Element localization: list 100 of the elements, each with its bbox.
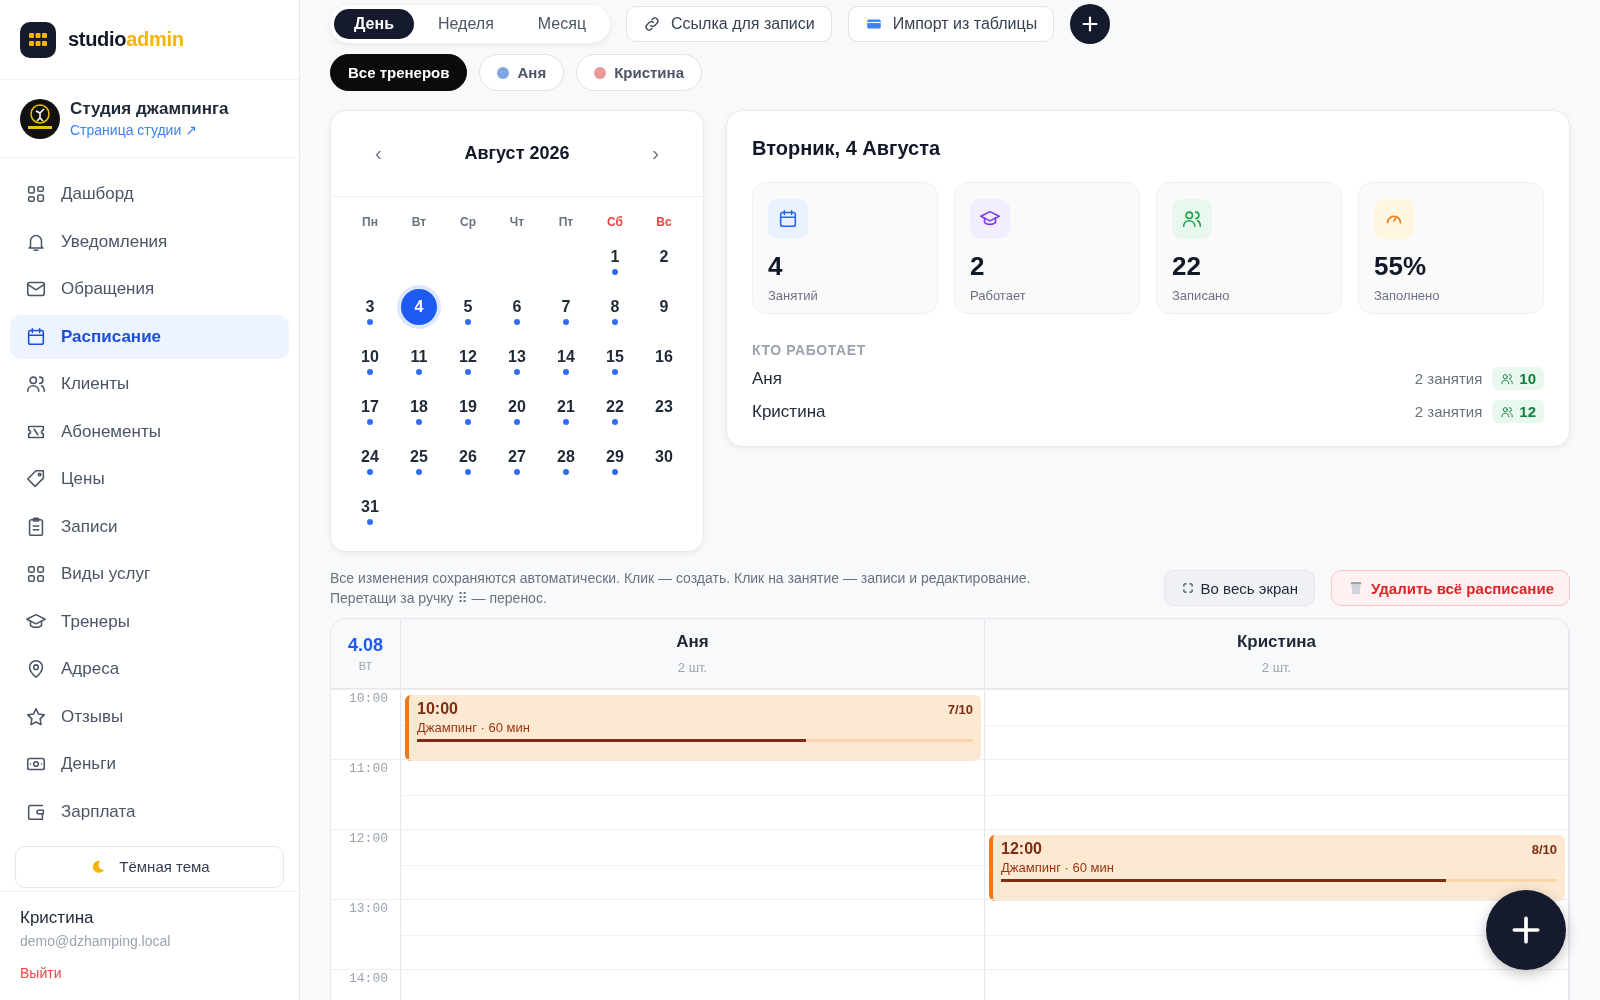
nav-item[interactable]: Уведомления (10, 219, 289, 264)
users-icon (25, 373, 47, 395)
calendar-day[interactable]: 10 (352, 339, 388, 375)
logo-icon (20, 21, 56, 58)
calendar-day[interactable]: 4 (401, 289, 437, 325)
calendar-day[interactable]: 31 (352, 489, 388, 525)
brand-name: studioadmin (68, 28, 184, 51)
view-tab[interactable]: Неделя (418, 9, 514, 39)
studio-page-link[interactable]: Страница студии ↗ (70, 121, 197, 138)
nav-item[interactable]: Виды услуг (10, 552, 289, 596)
stat-value: 22 (1172, 251, 1202, 282)
calendar-day[interactable]: 18 (401, 389, 437, 425)
weekday-label: Сб (606, 214, 624, 231)
tag-icon (25, 468, 47, 490)
column-trainer-name: Кристина (1236, 632, 1317, 652)
session-occupancy: 8/10 (1531, 842, 1557, 857)
month-title: Август 2026 (464, 143, 570, 164)
weekday-label: Вт (410, 214, 428, 231)
previous-month-button[interactable]: ‹ (369, 141, 388, 166)
trainer-filter-chip[interactable]: Все тренеров (330, 54, 468, 91)
calendar-day[interactable]: 25 (401, 439, 437, 475)
calendar-day[interactable]: 13 (499, 339, 535, 375)
stat-value: 2 (970, 251, 986, 282)
schedule-date: 4.08 (347, 635, 383, 656)
client-count-badge: 10 (1492, 367, 1544, 390)
users-icon (1500, 371, 1515, 386)
calendar-day[interactable]: 29 (597, 439, 633, 475)
calendar-day[interactable]: 6 (499, 289, 535, 325)
schedule-weekday: ВТ (358, 660, 373, 672)
nav-item[interactable]: Обращения (10, 267, 289, 311)
hint-text: Все изменения сохраняются автоматически. Клик — создать. Клик на занятие — записи и редактирование. Перетащи за ручку ⠿ — перенос. (330, 569, 1032, 608)
calendar-day[interactable]: 2 (646, 239, 682, 275)
column-session-count: 2 шт. (677, 660, 708, 675)
trainer-filter-chip[interactable]: Кристина (576, 54, 702, 91)
trainer-name: Аня (752, 368, 783, 389)
calendar-day[interactable]: 17 (352, 389, 388, 425)
nav-item[interactable]: Зарплата (10, 789, 289, 834)
theme-toggle-button[interactable]: Тёмная тема (15, 845, 284, 888)
calendar-day[interactable]: 20 (499, 389, 535, 425)
calendar-day[interactable]: 3 (352, 289, 388, 325)
weekday-label: Ср (459, 214, 477, 231)
session-title: Джампинг · 60 мин (417, 720, 531, 735)
fullscreen-button[interactable]: Во весь экран (1163, 570, 1315, 606)
nav-item[interactable]: Расписание (10, 314, 289, 359)
nav-item[interactable]: Дашборд (10, 172, 289, 216)
nav-item[interactable]: Записи (10, 504, 289, 549)
import-button[interactable]: Импорт из таблицы (847, 6, 1055, 42)
calendar-day[interactable]: 22 (597, 389, 633, 425)
calendar-day[interactable]: 15 (597, 339, 633, 375)
calendar-day[interactable]: 30 (646, 439, 682, 475)
session-count: 2 занятия (1414, 403, 1483, 420)
logout-link[interactable]: Выйти (20, 964, 279, 981)
nav-item[interactable]: Цены (10, 457, 289, 501)
calendar-day[interactable]: 7 (548, 289, 584, 325)
stat-label: Записано (1172, 288, 1231, 303)
nav-item[interactable]: Тренеры (10, 599, 289, 644)
calendar-day[interactable]: 8 (597, 289, 633, 325)
stat-label: Заполнено (1374, 288, 1441, 303)
time-label: 14:00 (349, 971, 388, 986)
time-label: 11:00 (349, 761, 388, 776)
trainer-filter-chip[interactable]: Аня (479, 54, 565, 91)
studio-name: Студия джампинга (70, 98, 229, 119)
nav-item[interactable]: Отзывы (10, 694, 289, 739)
stat-value: 4 (768, 251, 784, 282)
calendar-day[interactable]: 28 (548, 439, 584, 475)
dashboard-icon (25, 183, 47, 205)
nav-item[interactable]: Абонементы (10, 409, 289, 454)
calendar-day[interactable]: 19 (450, 389, 486, 425)
grid-icon (25, 563, 47, 585)
booking-link-button[interactable]: Ссылка для записи (626, 6, 832, 42)
session-count: 2 занятия (1414, 370, 1483, 387)
calendar-day[interactable]: 24 (352, 439, 388, 475)
calendar-day[interactable]: 11 (401, 339, 437, 375)
delete-schedule-button[interactable]: Удалить всё расписание (1330, 570, 1570, 606)
calendar-day[interactable]: 9 (646, 289, 682, 325)
view-tab[interactable]: День (334, 9, 414, 39)
calendar-day[interactable]: 21 (548, 389, 584, 425)
users-icon (1181, 208, 1203, 230)
calendar-day[interactable]: 23 (646, 389, 682, 425)
calendar-day[interactable]: 27 (499, 439, 535, 475)
weekday-label: Вс (655, 214, 673, 231)
session-title: Джампинг · 60 мин (1001, 860, 1115, 875)
calendar-day[interactable]: 16 (646, 339, 682, 375)
users-icon (1500, 404, 1515, 419)
calendar-day[interactable]: 12 (450, 339, 486, 375)
calendar-day[interactable]: 26 (450, 439, 486, 475)
session-time: 12:00 (1001, 840, 1042, 858)
calendar-day[interactable]: 14 (548, 339, 584, 375)
nav-item[interactable]: Клиенты (10, 362, 289, 406)
next-month-button[interactable]: › (646, 141, 665, 166)
calendar-day[interactable]: 1 (597, 239, 633, 275)
add-button[interactable] (1070, 4, 1111, 44)
view-tab[interactable]: Месяц (517, 9, 607, 39)
column-session-count: 2 шт. (1261, 660, 1292, 675)
day-title: Вторник, 4 Августа (752, 137, 942, 160)
nav-item[interactable]: Адреса (10, 647, 289, 691)
calendar-day[interactable]: 5 (450, 289, 486, 325)
session-occupancy: 7/10 (947, 702, 973, 717)
nav-item[interactable]: Деньги (10, 742, 289, 786)
section-heading: КТО РАБОТАЕТ (752, 342, 867, 358)
